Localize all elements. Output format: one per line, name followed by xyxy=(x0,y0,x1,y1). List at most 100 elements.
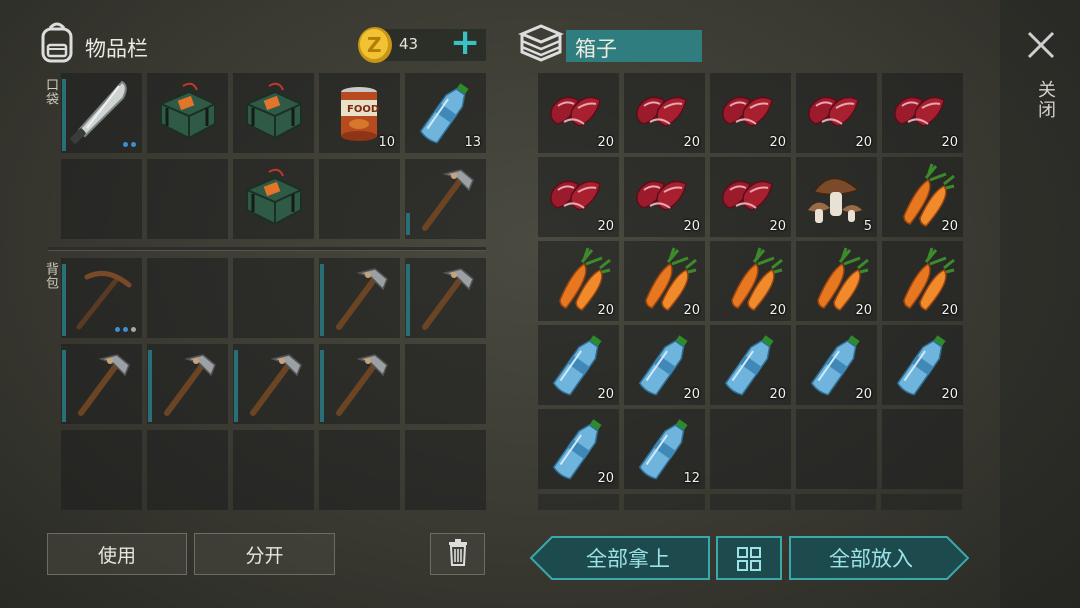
item-count: 20 xyxy=(769,135,786,150)
box-slot[interactable]: 20 xyxy=(624,325,705,405)
item-count: 20 xyxy=(597,135,614,150)
backpack-slot[interactable] xyxy=(147,258,228,338)
box-slot[interactable]: 5 xyxy=(796,157,877,237)
item-count: 20 xyxy=(683,303,700,318)
durability-bar xyxy=(320,264,324,336)
durability-bar xyxy=(406,213,410,235)
backpack-slot[interactable] xyxy=(405,258,486,338)
item-count: 20 xyxy=(855,303,872,318)
section-divider xyxy=(48,247,486,251)
box-slot[interactable]: 20 xyxy=(710,157,791,237)
trash-button[interactable] xyxy=(430,533,485,575)
pocket-label: 口袋 xyxy=(43,78,58,106)
box-slot[interactable]: 20 xyxy=(538,325,619,405)
backpack-slot[interactable] xyxy=(233,344,314,424)
backpack-slot[interactable] xyxy=(405,344,486,424)
item-count: 20 xyxy=(941,219,958,234)
svg-text:Z: Z xyxy=(367,33,382,57)
quality-dots xyxy=(115,327,136,332)
item-count: 20 xyxy=(941,303,958,318)
pocket-slot[interactable]: 13 xyxy=(405,73,486,153)
add-coins-button[interactable]: + xyxy=(450,23,480,63)
coin-icon: Z xyxy=(356,25,394,69)
box-slot[interactable]: 20 xyxy=(710,73,791,153)
item-count: 20 xyxy=(597,471,614,486)
box-slot[interactable]: 20 xyxy=(538,73,619,153)
put-all-label: 全部放入 xyxy=(829,547,913,571)
durability-bar xyxy=(234,350,238,422)
box-slot[interactable]: 20 xyxy=(882,73,963,153)
backpack-slot[interactable] xyxy=(61,258,142,338)
sort-button[interactable] xyxy=(716,536,782,580)
close-label[interactable]: 关闭 xyxy=(1032,80,1058,120)
item-count: 20 xyxy=(855,387,872,402)
durability-bar xyxy=(406,264,410,336)
item-count: 20 xyxy=(597,303,614,318)
pocket-slot[interactable] xyxy=(61,73,142,153)
item-count: 20 xyxy=(597,387,614,402)
item-count: 12 xyxy=(683,471,700,486)
inventory-title: 物品栏 xyxy=(85,37,148,61)
take-all-button[interactable]: 全部拿上 xyxy=(530,536,710,580)
box-slot[interactable]: 20 xyxy=(538,157,619,237)
pocket-slot[interactable] xyxy=(233,73,314,153)
box-slot[interactable]: 20 xyxy=(882,325,963,405)
item-count: 20 xyxy=(769,303,786,318)
close-icon[interactable] xyxy=(1026,30,1056,60)
box-slot[interactable]: 20 xyxy=(796,325,877,405)
backpack-slot[interactable] xyxy=(319,344,400,424)
backpack-slot[interactable] xyxy=(61,344,142,424)
box-slot[interactable] xyxy=(710,409,791,489)
box-grid-overflow xyxy=(538,494,962,510)
backpack-slot[interactable] xyxy=(319,430,400,510)
durability-bar xyxy=(62,79,66,151)
item-count: 20 xyxy=(941,135,958,150)
item-count: 13 xyxy=(464,135,481,150)
durability-bar xyxy=(320,350,324,422)
box-slot[interactable]: 20 xyxy=(624,73,705,153)
backpack-slot[interactable] xyxy=(405,430,486,510)
box-slot[interactable]: 20 xyxy=(624,157,705,237)
backpack-slot[interactable] xyxy=(147,344,228,424)
pocket-slot[interactable]: FOOD 10 xyxy=(319,73,400,153)
backpack-slot[interactable] xyxy=(61,430,142,510)
box-slot[interactable]: 20 xyxy=(882,241,963,321)
split-button[interactable]: 分开 xyxy=(194,533,335,575)
box-slot[interactable] xyxy=(796,409,877,489)
durability-bar xyxy=(62,350,66,422)
item-count: 10 xyxy=(378,135,395,150)
item-count: 20 xyxy=(941,387,958,402)
box-slot[interactable]: 20 xyxy=(538,241,619,321)
item-count: 20 xyxy=(683,219,700,234)
durability-bar xyxy=(62,264,66,336)
item-count: 20 xyxy=(769,387,786,402)
box-slot[interactable]: 20 xyxy=(538,409,619,489)
put-all-button[interactable]: 全部放入 xyxy=(789,536,969,580)
box-slot[interactable]: 12 xyxy=(624,409,705,489)
backpack-label: 背包 xyxy=(43,262,58,290)
backpack-icon xyxy=(38,20,76,64)
box-slot[interactable]: 20 xyxy=(710,325,791,405)
durability-bar xyxy=(148,350,152,422)
backpack-slot[interactable] xyxy=(233,430,314,510)
box-slot[interactable]: 20 xyxy=(796,73,877,153)
pocket-slot[interactable] xyxy=(147,159,228,239)
pocket-slot[interactable] xyxy=(233,159,314,239)
use-button[interactable]: 使用 xyxy=(47,533,187,575)
backpack-slot[interactable] xyxy=(147,430,228,510)
item-count: 20 xyxy=(769,219,786,234)
backpack-slot[interactable] xyxy=(319,258,400,338)
pocket-slot[interactable] xyxy=(61,159,142,239)
pocket-slot[interactable] xyxy=(319,159,400,239)
item-count: 20 xyxy=(683,135,700,150)
pocket-slot[interactable] xyxy=(405,159,486,239)
box-slot[interactable]: 20 xyxy=(710,241,791,321)
pocket-slot[interactable] xyxy=(147,73,228,153)
box-slot[interactable] xyxy=(882,409,963,489)
item-count: 20 xyxy=(683,387,700,402)
trash-icon xyxy=(447,538,469,571)
backpack-slot[interactable] xyxy=(233,258,314,338)
box-slot[interactable]: 20 xyxy=(624,241,705,321)
box-slot[interactable]: 20 xyxy=(882,157,963,237)
box-slot[interactable]: 20 xyxy=(796,241,877,321)
